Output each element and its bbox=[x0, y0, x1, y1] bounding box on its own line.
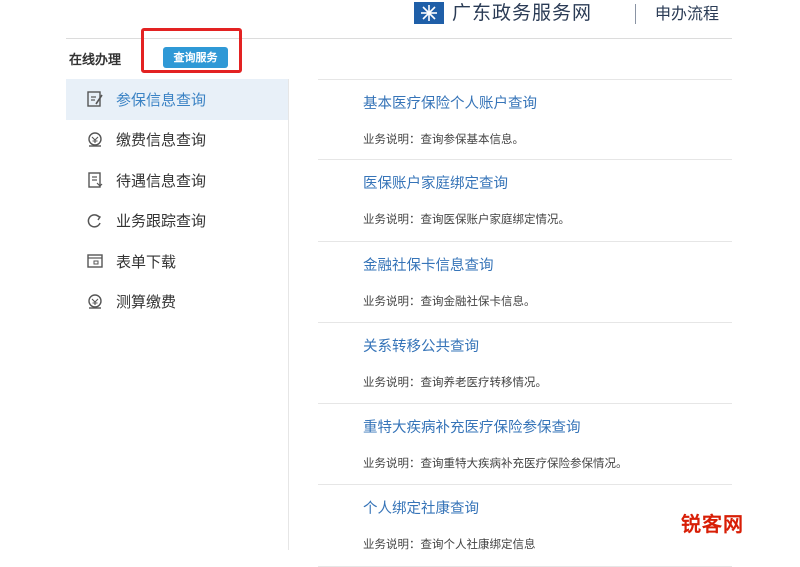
service-description: 业务说明：查询个人社康绑定信息 bbox=[363, 537, 536, 552]
list-item: 个人绑定社康查询 业务说明：查询个人社康绑定信息 bbox=[318, 485, 732, 567]
sidebar-item-business-tracking[interactable]: 业务跟踪查询 bbox=[66, 201, 288, 242]
service-description: 业务说明：查询医保账户家庭绑定情况。 bbox=[363, 212, 570, 227]
site-title: 广东政务服务网 bbox=[452, 2, 593, 24]
service-description: 业务说明：查询参保基本信息。 bbox=[363, 132, 524, 146]
service-list: 基本医疗保险个人账户查询 业务说明：查询参保基本信息。 医保账户家庭绑定查询 业… bbox=[318, 79, 732, 567]
sidebar-item-label: 业务跟踪查询 bbox=[116, 212, 207, 231]
query-service-button[interactable]: 查询服务 bbox=[163, 47, 228, 68]
service-link[interactable]: 关系转移公共查询 bbox=[363, 335, 479, 356]
sidebar-item-label: 缴费信息查询 bbox=[116, 131, 207, 150]
service-link[interactable]: 基本医疗保险个人账户查询 bbox=[363, 92, 537, 113]
payment-icon bbox=[86, 131, 104, 149]
sidebar-item-label: 待遇信息查询 bbox=[116, 171, 207, 190]
sidebar-item-label: 参保信息查询 bbox=[116, 90, 207, 109]
service-description: 业务说明：查询重特大疾病补充医疗保险参保情况。 bbox=[363, 456, 628, 471]
service-link[interactable]: 医保账户家庭绑定查询 bbox=[363, 172, 508, 193]
list-item: 医保账户家庭绑定查询 业务说明：查询医保账户家庭绑定情况。 bbox=[318, 160, 732, 242]
list-item: 重特大疾病补充医疗保险参保查询 业务说明：查询重特大疾病补充医疗保险参保情况。 bbox=[318, 404, 732, 486]
watermark: 锐客网 bbox=[681, 508, 755, 536]
watermark-text: 锐客网 bbox=[681, 512, 744, 536]
calendar-form-icon bbox=[86, 252, 104, 270]
header-separator bbox=[635, 4, 636, 24]
service-description: 业务说明：查询金融社保卡信息。 bbox=[363, 293, 536, 308]
sidebar-item-label: 测算缴费 bbox=[116, 293, 177, 312]
form-edit-icon bbox=[86, 90, 104, 108]
sidebar-item-form-download[interactable]: 表单下载 bbox=[66, 241, 288, 282]
service-link[interactable]: 金融社保卡信息查询 bbox=[363, 254, 494, 275]
service-description: 业务说明：查询养老医疗转移情况。 bbox=[363, 374, 547, 389]
sidebar-item-insurance-info[interactable]: 参保信息查询 bbox=[66, 79, 288, 120]
service-link[interactable]: 重特大疾病补充医疗保险参保查询 bbox=[363, 416, 581, 437]
calculator-icon bbox=[86, 293, 104, 311]
document-icon bbox=[86, 171, 104, 189]
sidebar: 参保信息查询 缴费信息查询 待遇信息查询 业务跟踪查询 表单下载 测算缴费 bbox=[66, 79, 289, 550]
sidebar-item-label: 表单下载 bbox=[116, 252, 177, 271]
sidebar-item-payment-info[interactable]: 缴费信息查询 bbox=[66, 120, 288, 161]
snowflake-logo-icon bbox=[414, 2, 444, 24]
list-item: 金融社保卡信息查询 业务说明：查询金融社保卡信息。 bbox=[318, 242, 732, 323]
service-link[interactable]: 个人绑定社康查询 bbox=[363, 497, 479, 518]
apply-process-link[interactable]: 申办流程 bbox=[655, 2, 719, 26]
refresh-icon bbox=[86, 212, 104, 230]
sidebar-item-payment-calc[interactable]: 测算缴费 bbox=[66, 282, 288, 323]
list-item: 基本医疗保险个人账户查询 业务说明：查询参保基本信息。 bbox=[318, 79, 732, 161]
online-service-label: 在线办理 bbox=[69, 53, 122, 68]
list-item: 关系转移公共查询 业务说明：查询养老医疗转移情况。 bbox=[318, 323, 732, 405]
sidebar-item-benefit-info[interactable]: 待遇信息查询 bbox=[66, 160, 288, 201]
